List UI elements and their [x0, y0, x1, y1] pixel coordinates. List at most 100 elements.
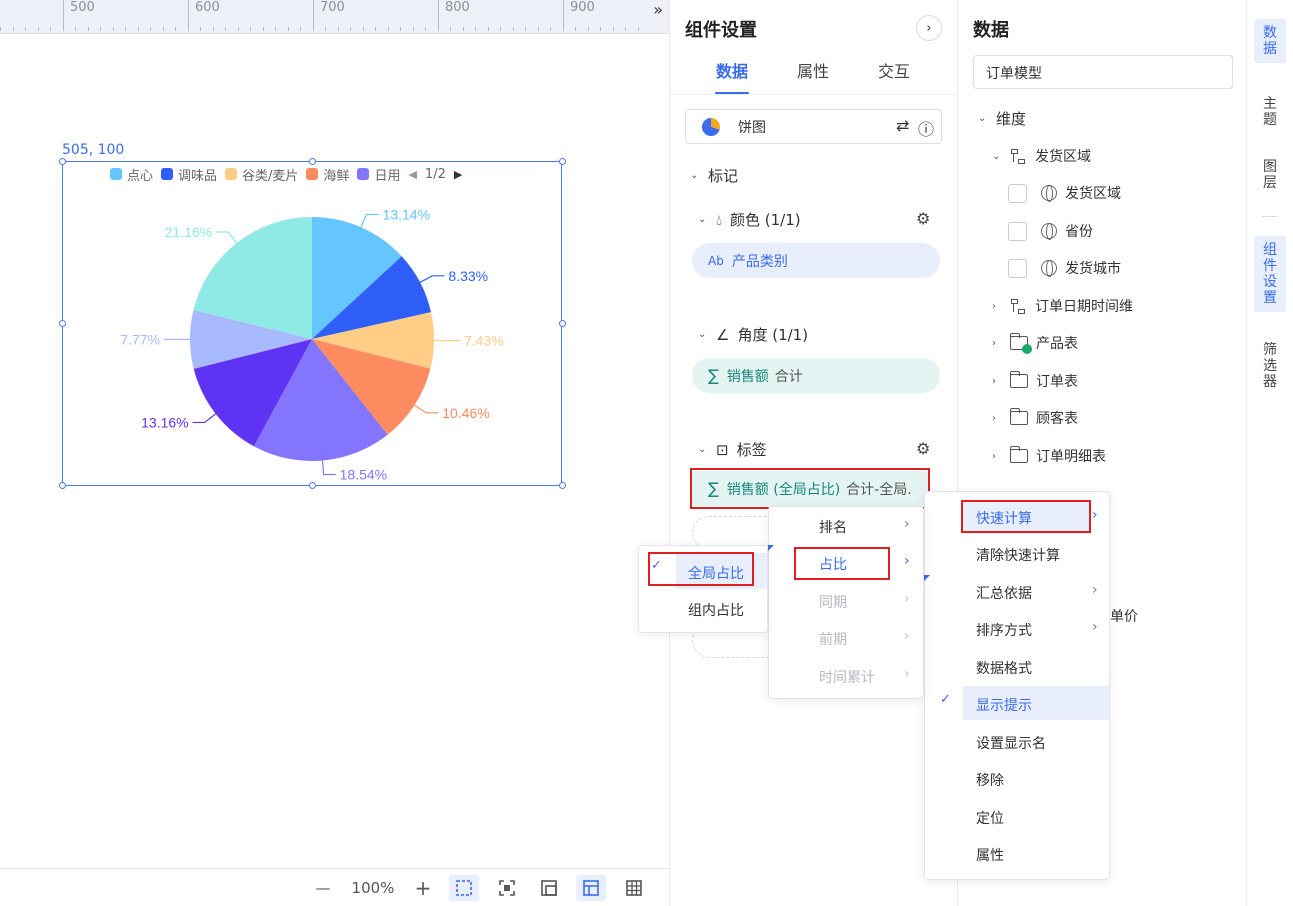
menu-item-previous-period[interactable]: 前期 — [819, 629, 847, 649]
folder-icon — [1010, 446, 1028, 463]
chevron-down-icon: ⌄ — [690, 170, 699, 181]
tab-interaction[interactable]: 交互 — [878, 58, 910, 82]
tree-item-field[interactable]: 发货城市 — [1008, 258, 1121, 278]
chart-type-selector[interactable]: 饼图 ⇄ ⓘ — [685, 109, 942, 144]
gear-icon[interactable]: ⚙ — [916, 439, 930, 458]
sidebar-label: 图层 — [1263, 159, 1277, 191]
tree-item-table[interactable]: › 订单明细表 — [992, 446, 1106, 466]
menu-item-same-period[interactable]: 同期 — [819, 592, 847, 612]
zoom-level[interactable]: 100% — [348, 875, 398, 901]
dimension-header[interactable]: ⌄ 维度 — [978, 108, 1026, 129]
tree-item-table[interactable]: › 顾客表 — [992, 408, 1078, 428]
data-panel-title: 数据 — [973, 20, 1009, 41]
pie-label-line — [419, 275, 445, 283]
menu-item-properties[interactable]: 属性 — [976, 845, 1004, 865]
marks-section-header[interactable]: ⌄ 标记 — [690, 165, 738, 186]
sidebar-label: 筛选器 — [1263, 342, 1277, 390]
pie-data-label: 13.14% — [383, 206, 430, 222]
pie-data-label: 13.16% — [141, 414, 188, 430]
split-layout-icon — [583, 880, 599, 896]
menu-item-rank[interactable]: 排名 — [819, 517, 847, 537]
sidebar-item-component-settings[interactable]: 组件设置 — [1254, 236, 1286, 312]
chevron-right-icon: › — [904, 628, 910, 644]
color-field-label: 产品类别 — [731, 253, 788, 270]
highlight-box — [648, 552, 754, 586]
tree-item-hierarchy[interactable]: › 订单日期时间维 — [992, 296, 1133, 316]
chevron-right-icon: › — [904, 666, 910, 682]
focus-frame-icon — [499, 880, 515, 896]
menu-corner-marker — [924, 575, 930, 581]
pie-data-label: 7.43% — [464, 333, 504, 349]
angle-section-header[interactable]: ⌄ ∠ 角度 (1/1) — [698, 324, 808, 345]
highlight-box — [961, 500, 1091, 533]
sidebar-item-layers[interactable]: 图层 — [1254, 153, 1286, 197]
tab-properties[interactable]: 属性 — [797, 58, 829, 82]
chevron-down-icon: ⌄ — [698, 329, 707, 340]
label-icon: ⊡ — [716, 440, 729, 459]
chevron-right-icon: › — [992, 300, 996, 312]
marks-label: 标记 — [708, 167, 739, 185]
hierarchy-icon — [1010, 148, 1027, 165]
sidebar-item-filter[interactable]: 筛选器 — [1254, 336, 1286, 396]
field-checkbox[interactable] — [1008, 183, 1027, 203]
color-section-header[interactable]: ⌄ 💧︎ 颜色 (1/1) — [698, 209, 801, 230]
layout-icon[interactable] — [534, 875, 564, 901]
label-section-label: 标签 — [736, 441, 767, 459]
tree-item-label: 订单日期时间维 — [1035, 299, 1133, 315]
model-select[interactable]: 订单模型 — [973, 55, 1233, 89]
menu-item-sort[interactable]: 排序方式 — [976, 620, 1032, 640]
canvas-toolbar: — 100% + — [0, 868, 669, 906]
info-icon[interactable]: ⓘ — [918, 116, 934, 140]
menu-item-group-share[interactable]: 组内占比 — [688, 600, 744, 620]
tree-item-label: 顾客表 — [1036, 411, 1078, 427]
label-section-header[interactable]: ⌄ ⊡ 标签 — [698, 439, 767, 460]
chevron-right-icon: › — [1092, 582, 1098, 598]
tab-data[interactable]: 数据 — [716, 58, 748, 82]
menu-item-format[interactable]: 数据格式 — [976, 658, 1032, 678]
menu-item-locate[interactable]: 定位 — [976, 808, 1004, 828]
zoom-in-button[interactable]: + — [412, 875, 434, 901]
pie-chart: 13.14% 8.33% 7.43% 10.46% 18.54% 13.16% 7.77% 2… — [120, 206, 504, 482]
dimension-label: 维度 — [996, 110, 1027, 128]
chart-type-name: 饼图 — [738, 119, 766, 136]
panel-layout-icon[interactable] — [576, 875, 606, 901]
field-checkbox[interactable] — [1008, 221, 1027, 241]
menu-item-rename[interactable]: 设置显示名 — [976, 733, 1046, 753]
menu-item-time-cumulative[interactable]: 时间累计 — [819, 667, 875, 687]
sidebar-label: 主题 — [1263, 96, 1277, 128]
check-icon: ✓ — [940, 692, 951, 707]
tree-item-field[interactable]: 发货区域 — [1008, 183, 1121, 203]
fit-screen-icon[interactable] — [492, 875, 522, 901]
chevron-right-icon: › — [904, 516, 910, 532]
divider — [1262, 216, 1278, 217]
tree-item-table[interactable]: › 产品表 — [992, 333, 1078, 354]
tree-item-label: 产品表 — [1036, 336, 1078, 352]
switch-icon[interactable]: ⇄ — [896, 116, 909, 135]
menu-item-remove[interactable]: 移除 — [976, 770, 1004, 790]
gear-icon[interactable]: ⚙ — [916, 209, 930, 228]
menu-corner-marker — [768, 545, 774, 551]
table-grid-icon — [626, 880, 642, 896]
color-field-pill[interactable]: Ab 产品类别 — [692, 243, 940, 278]
chevron-right-icon: › — [992, 337, 996, 349]
tree-item-hierarchy[interactable]: ⌄ 发货区域 — [992, 146, 1091, 166]
pie-chart-icon — [702, 117, 720, 136]
pie-data-label: 8.33% — [448, 268, 488, 284]
divider — [670, 94, 957, 95]
field-checkbox[interactable] — [1008, 258, 1027, 278]
menu-item-show-tooltip[interactable]: 显示提示 — [976, 695, 1032, 715]
globe-icon — [1041, 223, 1057, 240]
menu-item-clear-quick-calc[interactable]: 清除快速计算 — [976, 545, 1060, 565]
sidebar-item-theme[interactable]: 主题 — [1254, 90, 1286, 134]
grid-icon[interactable] — [619, 875, 649, 901]
select-area-icon[interactable] — [449, 875, 479, 901]
chevron-down-icon: ⌄ — [992, 150, 1001, 162]
angle-field-pill[interactable]: ∑ 销售额 合计 — [692, 358, 940, 393]
zoom-out-button[interactable]: — — [312, 875, 334, 901]
tree-item-table[interactable]: › 订单表 — [992, 371, 1078, 391]
collapse-icon[interactable]: › — [916, 15, 942, 41]
tree-item-field[interactable]: 省份 — [1008, 221, 1093, 241]
sidebar-item-data[interactable]: 数据 — [1254, 19, 1286, 63]
menu-item-aggregate[interactable]: 汇总依据 — [976, 583, 1032, 603]
text-type-icon: Ab — [708, 253, 724, 268]
